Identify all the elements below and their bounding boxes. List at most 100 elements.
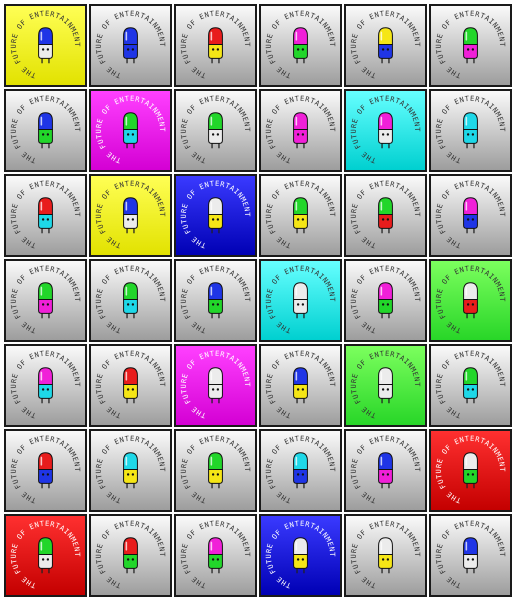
tile-art: THE FUTURE OF ENTERTAINMENT xyxy=(431,516,510,595)
tile: THE FUTURE OF ENTERTAINMENT xyxy=(174,429,257,512)
capsule-icon xyxy=(38,27,53,64)
tile-art: THE FUTURE OF ENTERTAINMENT xyxy=(431,6,510,85)
tile: THE FUTURE OF ENTERTAINMENT xyxy=(259,259,342,342)
tile-art: THE FUTURE OF ENTERTAINMENT xyxy=(6,176,85,255)
tile: THE FUTURE OF ENTERTAINMENT xyxy=(89,429,172,512)
tile-art: THE FUTURE OF ENTERTAINMENT xyxy=(91,516,170,595)
capsule-icon xyxy=(378,452,393,489)
tile: THE FUTURE OF ENTERTAINMENT xyxy=(4,344,87,427)
tile: THE FUTURE OF ENTERTAINMENT xyxy=(259,344,342,427)
tile-art: THE FUTURE OF ENTERTAINMENT xyxy=(431,431,510,510)
tile: THE FUTURE OF ENTERTAINMENT xyxy=(344,174,427,257)
capsule-icon xyxy=(123,452,138,489)
tile-art: THE FUTURE OF ENTERTAINMENT xyxy=(431,346,510,425)
capsule-icon xyxy=(123,27,138,64)
tile-art: THE FUTURE OF ENTERTAINMENT xyxy=(261,346,340,425)
tile-art: THE FUTURE OF ENTERTAINMENT xyxy=(261,261,340,340)
tile-art: THE FUTURE OF ENTERTAINMENT xyxy=(261,91,340,170)
tile-art: THE FUTURE OF ENTERTAINMENT xyxy=(6,91,85,170)
tile-art: THE FUTURE OF ENTERTAINMENT xyxy=(261,6,340,85)
tile-art: THE FUTURE OF ENTERTAINMENT xyxy=(91,346,170,425)
capsule-icon xyxy=(378,282,393,319)
tile-art: THE FUTURE OF ENTERTAINMENT xyxy=(431,176,510,255)
tile-art: THE FUTURE OF ENTERTAINMENT xyxy=(91,431,170,510)
capsule-icon xyxy=(463,367,478,404)
capsule-icon xyxy=(123,197,138,234)
capsule-icon xyxy=(293,197,308,234)
capsule-icon xyxy=(38,367,53,404)
tile-art: THE FUTURE OF ENTERTAINMENT xyxy=(346,91,425,170)
tile-art: THE FUTURE OF ENTERTAINMENT xyxy=(176,6,255,85)
tile-art: THE FUTURE OF ENTERTAINMENT xyxy=(346,176,425,255)
tile: THE FUTURE OF ENTERTAINMENT xyxy=(429,174,512,257)
capsule-icon xyxy=(293,452,308,489)
capsule-icon xyxy=(123,282,138,319)
tile: THE FUTURE OF ENTERTAINMENT xyxy=(259,4,342,87)
tile: THE FUTURE OF ENTERTAINMENT xyxy=(4,4,87,87)
tile: THE FUTURE OF ENTERTAINMENT xyxy=(344,344,427,427)
tile-art: THE FUTURE OF ENTERTAINMENT xyxy=(176,261,255,340)
tile: THE FUTURE OF ENTERTAINMENT xyxy=(429,4,512,87)
capsule-icon xyxy=(123,537,138,574)
tile: THE FUTURE OF ENTERTAINMENT xyxy=(344,4,427,87)
tile: THE FUTURE OF ENTERTAINMENT xyxy=(429,429,512,512)
tile-art: THE FUTURE OF ENTERTAINMENT xyxy=(346,261,425,340)
capsule-icon xyxy=(38,537,53,574)
capsule-icon xyxy=(38,112,53,149)
tile-art: THE FUTURE OF ENTERTAINMENT xyxy=(6,6,85,85)
tile-art: THE FUTURE OF ENTERTAINMENT xyxy=(261,516,340,595)
capsule-icon xyxy=(293,537,308,574)
tile: THE FUTURE OF ENTERTAINMENT xyxy=(259,429,342,512)
tile: THE FUTURE OF ENTERTAINMENT xyxy=(429,89,512,172)
tile-art: THE FUTURE OF ENTERTAINMENT xyxy=(346,431,425,510)
tile: THE FUTURE OF ENTERTAINMENT xyxy=(4,429,87,512)
tile: THE FUTURE OF ENTERTAINMENT xyxy=(344,89,427,172)
tile: THE FUTURE OF ENTERTAINMENT xyxy=(259,174,342,257)
capsule-icon xyxy=(208,537,223,574)
capsule-icon xyxy=(378,112,393,149)
tile: THE FUTURE OF ENTERTAINMENT xyxy=(429,344,512,427)
tile: THE FUTURE OF ENTERTAINMENT xyxy=(344,259,427,342)
tile-art: THE FUTURE OF ENTERTAINMENT xyxy=(91,91,170,170)
tile: THE FUTURE OF ENTERTAINMENT xyxy=(4,514,87,597)
tile-art: THE FUTURE OF ENTERTAINMENT xyxy=(431,261,510,340)
capsule-icon xyxy=(208,112,223,149)
capsule-icon xyxy=(378,27,393,64)
tile: THE FUTURE OF ENTERTAINMENT xyxy=(174,89,257,172)
capsule-icon xyxy=(463,112,478,149)
tile: THE FUTURE OF ENTERTAINMENT xyxy=(344,429,427,512)
tile: THE FUTURE OF ENTERTAINMENT xyxy=(89,89,172,172)
tile: THE FUTURE OF ENTERTAINMENT xyxy=(89,514,172,597)
tile-art: THE FUTURE OF ENTERTAINMENT xyxy=(176,516,255,595)
capsule-icon xyxy=(378,367,393,404)
capsule-icon xyxy=(293,367,308,404)
capsule-icon xyxy=(378,197,393,234)
tile: THE FUTURE OF ENTERTAINMENT xyxy=(4,89,87,172)
capsule-icon xyxy=(208,282,223,319)
tile-art: THE FUTURE OF ENTERTAINMENT xyxy=(6,516,85,595)
capsule-icon xyxy=(208,452,223,489)
tile: THE FUTURE OF ENTERTAINMENT xyxy=(429,259,512,342)
tile: THE FUTURE OF ENTERTAINMENT xyxy=(259,89,342,172)
capsule-icon xyxy=(463,197,478,234)
tile-art: THE FUTURE OF ENTERTAINMENT xyxy=(91,176,170,255)
capsule-icon xyxy=(123,112,138,149)
tile-grid: THE FUTURE OF ENTERTAINMENT THE FUTURE OF… xyxy=(0,0,516,600)
capsule-icon xyxy=(293,27,308,64)
tile-art: THE FUTURE OF ENTERTAINMENT xyxy=(346,346,425,425)
capsule-icon xyxy=(463,282,478,319)
tile-art: THE FUTURE OF ENTERTAINMENT xyxy=(91,6,170,85)
capsule-icon xyxy=(463,452,478,489)
tile-art: THE FUTURE OF ENTERTAINMENT xyxy=(6,346,85,425)
capsule-icon xyxy=(293,282,308,319)
tile: THE FUTURE OF ENTERTAINMENT xyxy=(4,174,87,257)
capsule-icon xyxy=(378,537,393,574)
capsule-icon xyxy=(38,197,53,234)
tile: THE FUTURE OF ENTERTAINMENT xyxy=(429,514,512,597)
capsule-icon xyxy=(208,27,223,64)
tile: THE FUTURE OF ENTERTAINMENT xyxy=(174,174,257,257)
tile: THE FUTURE OF ENTERTAINMENT xyxy=(4,259,87,342)
tile-art: THE FUTURE OF ENTERTAINMENT xyxy=(176,431,255,510)
tile-art: THE FUTURE OF ENTERTAINMENT xyxy=(431,91,510,170)
tile-art: THE FUTURE OF ENTERTAINMENT xyxy=(261,431,340,510)
